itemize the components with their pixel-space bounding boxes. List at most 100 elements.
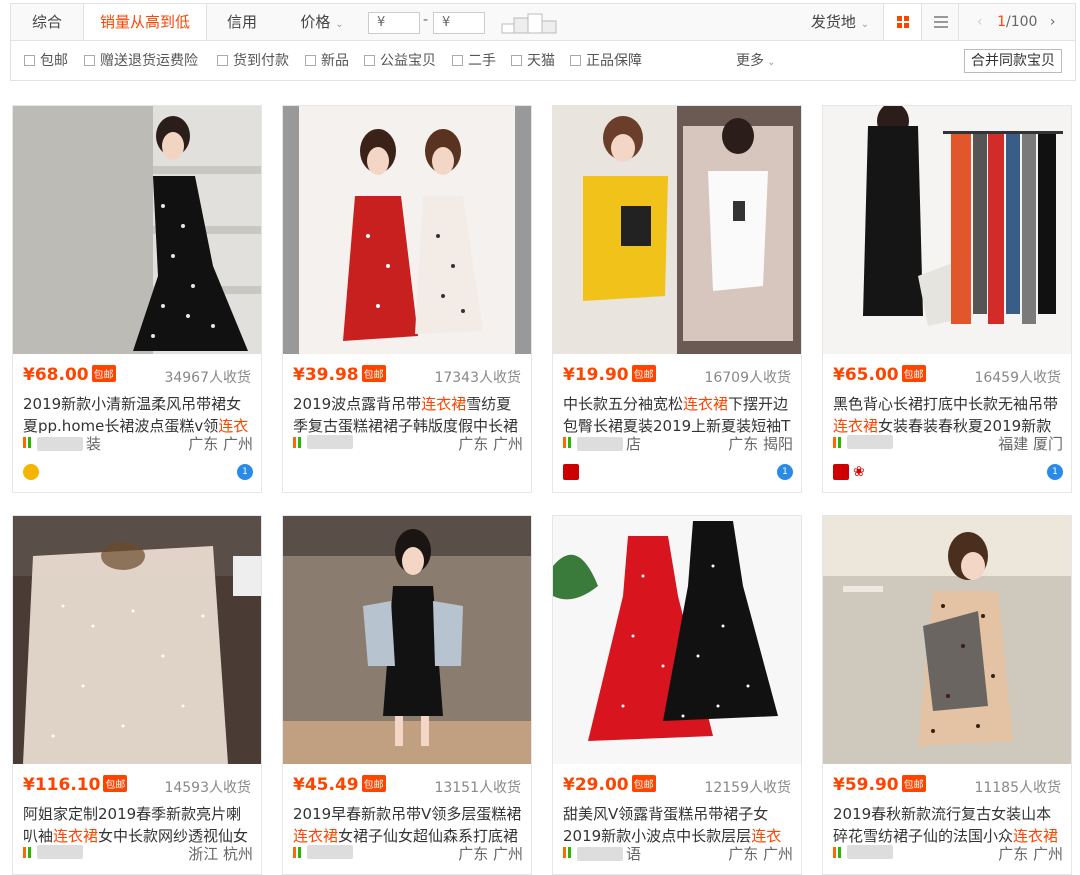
product-title[interactable]: 2019春秋新款流行复古女装山本碎花雪纺裙子仙的法国小众连衣裙 [833,803,1063,847]
product-title[interactable]: 2019早春新款吊带V领多层蛋糕裙连衣裙女裙子仙女超仙森系打底裙 [293,803,523,847]
tab-price-label: 价格 [300,13,331,31]
tab-sales-desc[interactable]: 销量从高到低 [83,4,207,40]
more-filters-button[interactable]: 更多 ⌄ [736,53,776,69]
product-photo[interactable] [13,106,261,354]
blurred-shop-name [307,845,353,859]
product-card[interactable]: ¥59.90 包邮 11185人收货 2019春秋新款流行复古女装山本碎花雪纺裙子… [822,515,1072,875]
chevron-down-icon: ⌄ [335,19,344,30]
next-page-icon[interactable]: › [1050,14,1056,30]
prev-page-icon[interactable]: ‹ [977,14,983,30]
price-min-input[interactable]: ¥ [368,12,420,34]
price: ¥45.49 [293,775,359,795]
filter-return-insurance[interactable]: 赠送退货运费险 [84,53,198,69]
shop-icon [23,437,31,448]
service-badge-icon[interactable]: 1 [777,464,793,480]
more-label: 更多 [736,53,764,69]
price-label: ¥19.90 包邮 [563,365,656,385]
product-photo-art [13,106,261,354]
blurred-shop-name [307,435,353,449]
product-photo[interactable] [553,516,801,764]
blurred-shop-name [37,845,83,859]
tab-comprehensive[interactable]: 综合 [11,4,83,40]
product-title[interactable]: 黑色背心长裙打底中长款无袖吊带连衣裙女装春装春秋夏2019新款 [833,393,1063,437]
product-photo[interactable] [13,516,261,764]
product-card[interactable]: ¥19.90 包邮 16709人收货 中长款五分袖宽松连衣裙下摆开边包臀长裙夏装2… [552,105,802,493]
checkbox-icon [217,55,228,66]
chevron-down-icon: ⌄ [860,19,870,30]
product-title[interactable]: 甜美风V领露背蛋糕吊带裙子女2019新款小波点中长款层层连衣裙 [563,803,793,847]
service-badge-icon[interactable]: 1 [1047,464,1063,480]
shop-name[interactable] [847,433,896,451]
product-card[interactable]: ¥116.10 包邮 14593人收货 阿姐家定制2019春季新款亮片喇叭袖连衣裙… [12,515,262,875]
shop-name[interactable] [307,433,356,451]
shop-name[interactable]: 语 [577,843,642,864]
ship-from-select[interactable]: 发货地 ⌄ [801,4,879,40]
price-label: ¥68.00 包邮 [23,365,116,385]
price: ¥29.00 [563,775,629,795]
product-photo[interactable] [823,106,1071,354]
title-text: 甜美风V领露背蛋糕吊带裙子女2019新款小波点中长款层层 [563,805,769,845]
sales-count: 12159人收货 [704,780,791,796]
shop-name[interactable] [37,843,86,861]
product-card[interactable]: ¥45.49 包邮 13151人收货 2019早春新款吊带V领多层蛋糕裙连衣裙女裙… [282,515,532,875]
product-title[interactable]: 2019波点露背吊带连衣裙雪纺夏季复古蛋糕裙裙子韩版度假中长裙 [293,393,523,437]
shop-row: 语 广东 广州 [563,843,793,863]
title-text: 2019波点露背吊带 [293,395,422,413]
price-label: ¥59.90 包邮 [833,775,926,795]
filter-cod[interactable]: 货到付款 [217,53,289,69]
product-photo-art [823,516,1071,764]
price-max-input[interactable]: ¥ [433,12,485,34]
ship-location: 广东 广州 [728,845,793,863]
bars-graphic [501,13,557,34]
product-card[interactable]: ¥68.00 包邮 34967人收货 2019新款小清新温柔风吊带裙女夏pp.ho… [12,105,262,493]
tab-price[interactable]: 价格 ⌄ [277,4,367,40]
product-photo[interactable] [283,516,531,764]
product-card[interactable]: ¥29.00 包邮 12159人收货 甜美风V领露背蛋糕吊带裙子女2019新款小波… [552,515,802,875]
filter-genuine[interactable]: 正品保障 [570,53,642,69]
product-title[interactable]: 中长款五分袖宽松连衣裙下摆开边包臀长裙夏装2019上新夏装短袖T [563,393,793,437]
product-photo[interactable] [553,106,801,354]
list-view-icon [934,16,948,28]
shop-name-text: 装 [86,435,103,453]
product-photo[interactable] [283,106,531,354]
grid-view-button[interactable] [883,4,921,40]
product-card[interactable]: ¥65.00 包邮 16459人收货 黑色背心长裙打底中长款无袖吊带连衣裙女装春装… [822,105,1072,493]
shop-name-text: 店 [626,435,643,453]
product-photo-art [553,516,801,764]
free-shipping-tag: 包邮 [631,365,656,382]
filter-free-shipping[interactable]: 包邮 [24,53,68,69]
checkbox-icon [24,55,35,66]
price-distribution-icon[interactable] [501,12,561,34]
title-keyword: 连衣裙 [683,395,729,413]
product-photo[interactable] [823,516,1071,764]
ship-location: 广东 广州 [998,845,1063,863]
merge-same-items-button[interactable]: 合并同款宝贝 [964,49,1062,73]
tab-credit[interactable]: 信用 [207,4,277,40]
badge-row [293,464,523,482]
filter-label: 二手 [468,53,496,69]
filter-new[interactable]: 新品 [305,53,349,69]
shop-name[interactable]: 装 [37,433,102,454]
shop-name[interactable]: 店 [577,433,642,454]
product-title[interactable]: 阿姐家定制2019春季新款亮片喇叭袖连衣裙女中长款网纱透视仙女裙 [23,803,253,847]
checkbox-icon [84,55,95,66]
list-view-button[interactable] [921,4,959,40]
checkbox-icon [305,55,316,66]
blurred-shop-name [577,437,623,451]
shop-name[interactable] [307,843,356,861]
service-badge-icon[interactable]: 1 [237,464,253,480]
mall-badge-icon [833,464,849,480]
filter-second-hand[interactable]: 二手 [452,53,496,69]
title-text: 黑色背心长裙打底中长款无袖吊带 [833,395,1059,413]
product-card[interactable]: ¥39.98 包邮 17343人收货 2019波点露背吊带连衣裙雪纺夏季复古蛋糕裙… [282,105,532,493]
product-title[interactable]: 2019新款小清新温柔风吊带裙女夏pp.home长裙波点蛋糕v领连衣裙 [23,393,253,437]
filter-charity[interactable]: 公益宝贝 [364,53,436,69]
shop-row: 广东 广州 [833,843,1063,863]
filter-tmall[interactable]: 天猫 [511,53,555,69]
mall-badge-icon [563,464,579,480]
shop-name[interactable] [847,843,896,861]
ship-location: 福建 厦门 [998,435,1063,453]
badge-row: ❀ 1 [833,464,1063,482]
price: ¥116.10 [23,775,101,795]
pager: ‹ 1/100 › [973,4,1073,40]
